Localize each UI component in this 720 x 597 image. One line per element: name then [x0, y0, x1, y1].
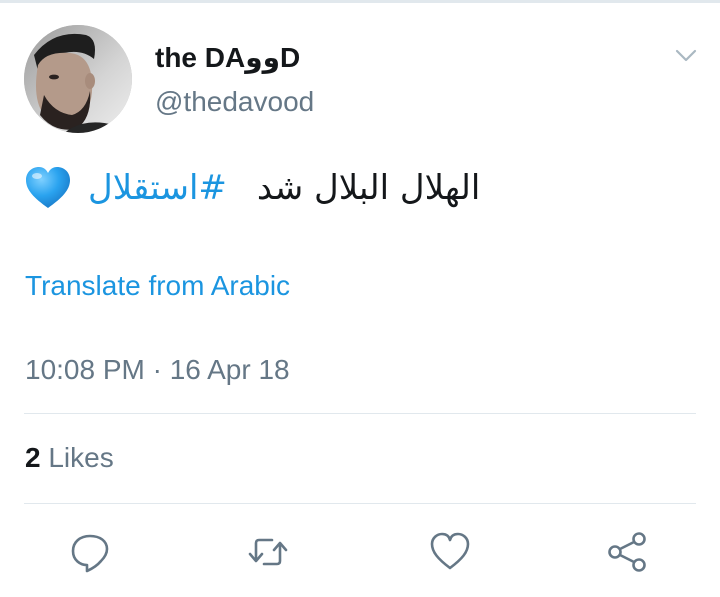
translate-link[interactable]: Translate from Arabic	[25, 268, 290, 304]
hashtag-link[interactable]: #استقلال	[88, 158, 227, 218]
likes-count-link[interactable]: 2 Likes	[25, 440, 114, 476]
top-divider	[0, 0, 720, 3]
like-icon[interactable]	[428, 530, 472, 574]
avatar-photo	[24, 25, 132, 133]
avatar[interactable]	[24, 25, 132, 133]
share-icon[interactable]	[606, 530, 650, 574]
likes-label: Likes	[48, 442, 114, 473]
tweet-body-text: الهلال البلال شد	[256, 168, 481, 208]
blue-heart-emoji-icon	[24, 166, 72, 210]
chevron-down-icon[interactable]	[672, 44, 700, 66]
reply-icon[interactable]	[68, 530, 112, 574]
divider	[24, 503, 696, 504]
likes-count: 2	[25, 442, 41, 473]
divider	[24, 413, 696, 414]
timestamp[interactable]: 10:08 PM · 16 Apr 18	[25, 352, 290, 388]
display-name[interactable]: the DAووD	[155, 40, 300, 76]
username-handle[interactable]: @thedavood	[155, 84, 314, 120]
retweet-icon[interactable]	[246, 530, 290, 574]
tweet-text: الهلال البلال شد #استقلال	[24, 158, 510, 218]
